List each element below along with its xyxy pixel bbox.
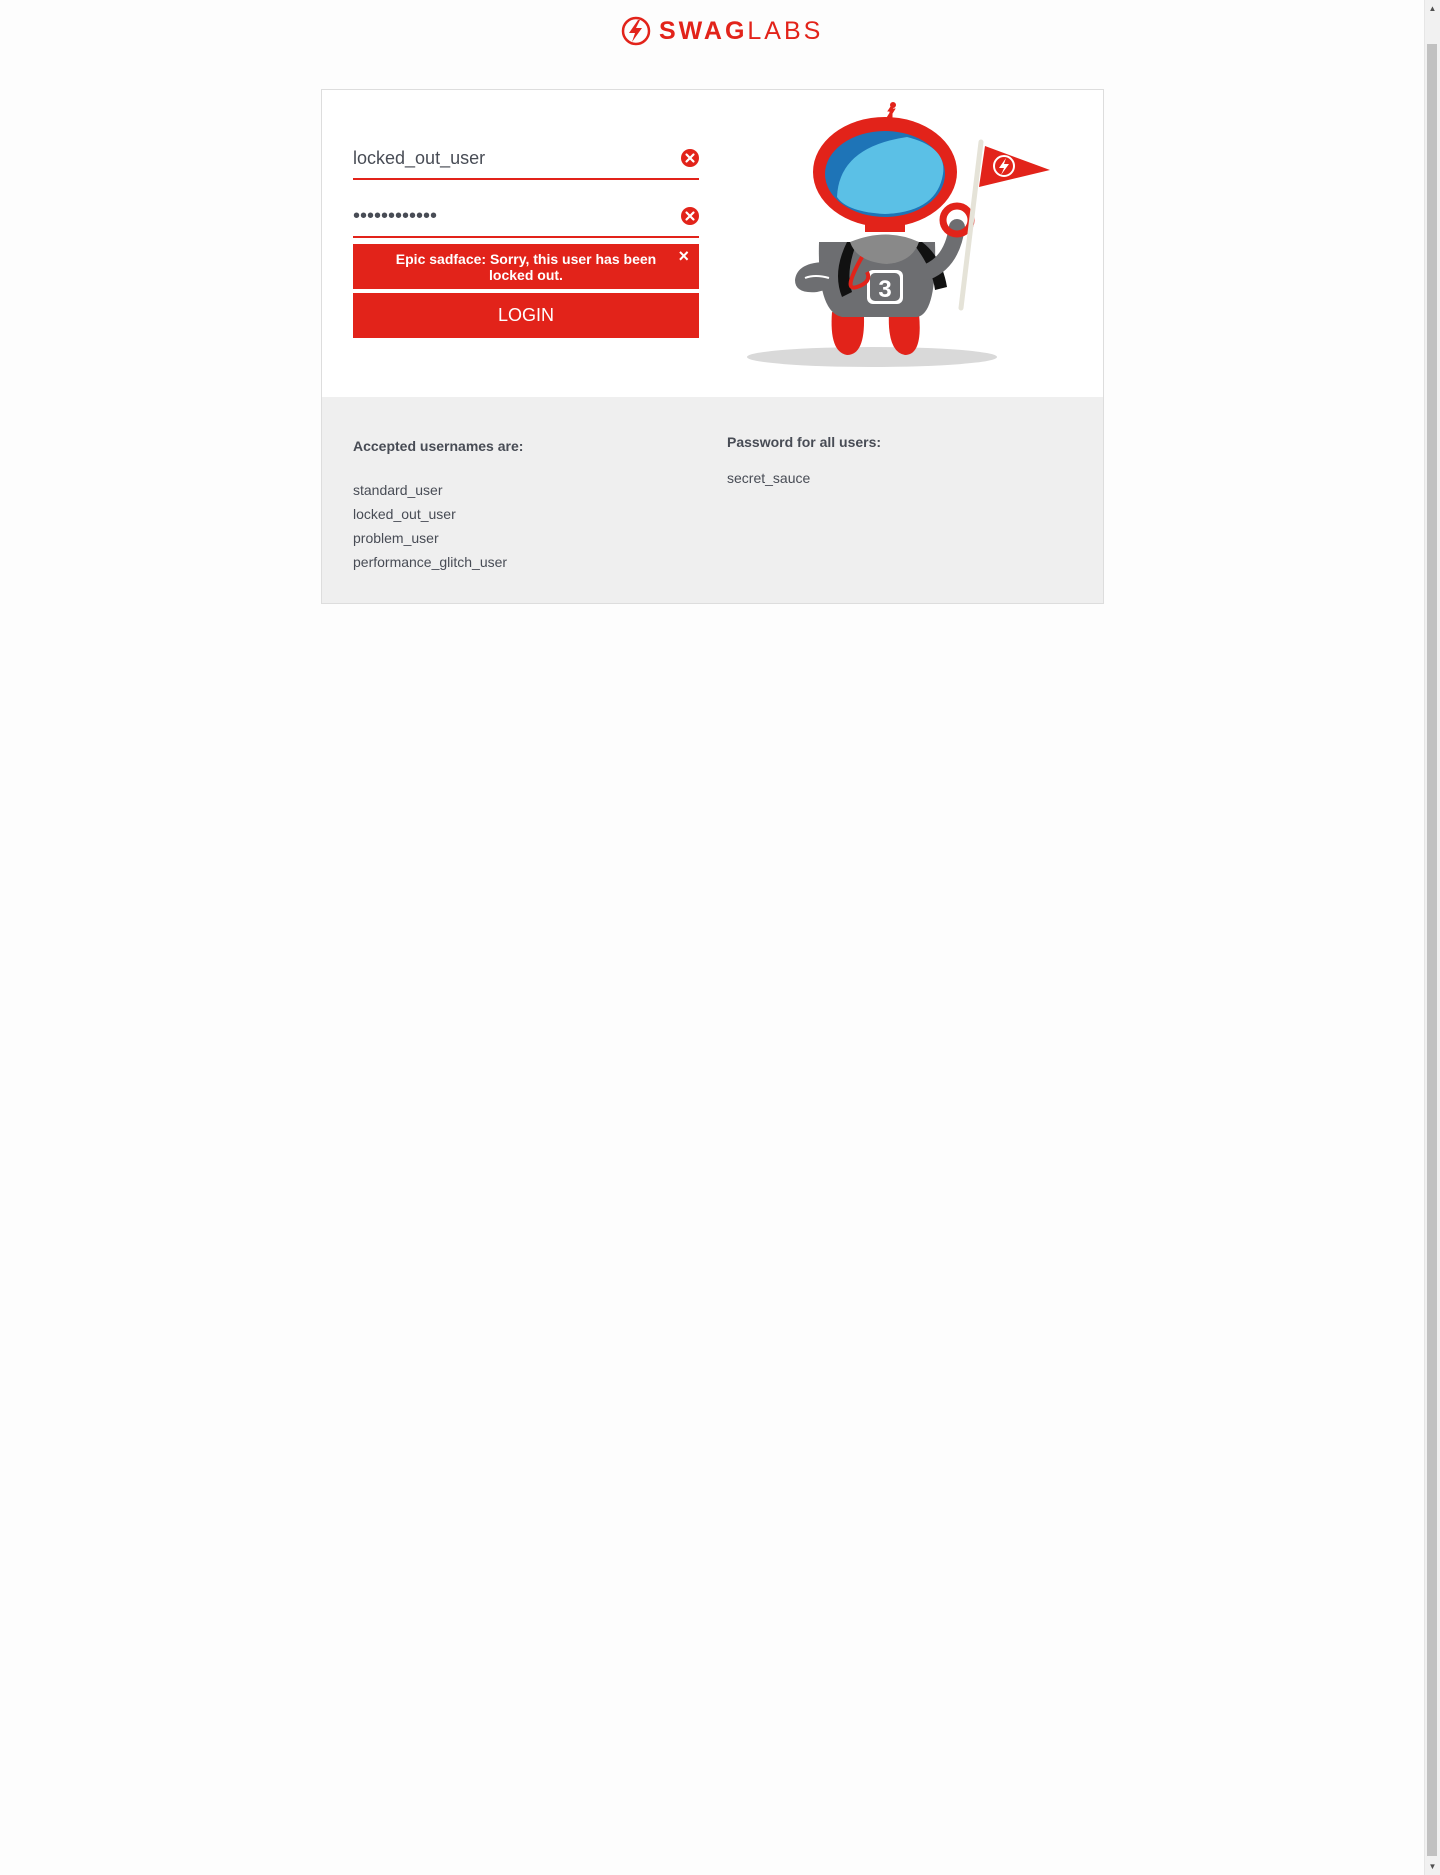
- password-title: Password for all users:: [727, 434, 882, 450]
- clear-x-icon[interactable]: [681, 207, 699, 225]
- password-column: Password for all users: secret_sauce: [727, 434, 881, 490]
- clear-x-icon[interactable]: [681, 149, 699, 167]
- scroll-up-arrow-icon[interactable]: ▲: [1425, 0, 1440, 17]
- error-close-icon[interactable]: ×: [678, 246, 689, 266]
- app-logo: SWAGLABS: [621, 15, 823, 47]
- robot-mascot: 3: [747, 102, 1050, 367]
- login-button[interactable]: LOGIN: [353, 293, 699, 338]
- login-form: Epic sadface: Sorry, this user has been …: [322, 90, 1103, 397]
- username-input[interactable]: [353, 140, 653, 176]
- password-input[interactable]: [353, 198, 653, 234]
- error-message: Epic sadface: Sorry, this user has been …: [353, 244, 699, 289]
- usernames-column: Accepted usernames are: standard_user lo…: [353, 438, 523, 574]
- vertical-scrollbar[interactable]: ▲ ▼: [1424, 0, 1440, 1875]
- logo-text-light: LABS: [747, 17, 824, 45]
- svg-text:3: 3: [878, 276, 891, 303]
- lightning-bolt-icon: [621, 16, 651, 46]
- error-message-text: Epic sadface: Sorry, this user has been …: [395, 251, 657, 283]
- username-item: locked_out_user: [353, 506, 456, 522]
- scroll-thumb[interactable]: [1427, 44, 1437, 1856]
- scroll-down-arrow-icon[interactable]: ▼: [1425, 1858, 1440, 1875]
- username-field: [353, 140, 699, 180]
- username-item: problem_user: [353, 530, 439, 546]
- login-page: SWAGLABS Epic sadface: Sorry, this user: [0, 0, 1424, 1875]
- credentials-panel: Accepted usernames are: standard_user lo…: [322, 397, 1103, 603]
- logo-text: SWAGLABS: [659, 15, 823, 47]
- login-card: Epic sadface: Sorry, this user has been …: [321, 89, 1104, 604]
- usernames-title: Accepted usernames are:: [353, 438, 524, 454]
- logo-text-bold: SWAG: [659, 17, 748, 45]
- username-item: standard_user: [353, 482, 443, 498]
- password-item: secret_sauce: [727, 470, 811, 486]
- password-field: [353, 198, 699, 238]
- username-item: performance_glitch_user: [353, 554, 508, 570]
